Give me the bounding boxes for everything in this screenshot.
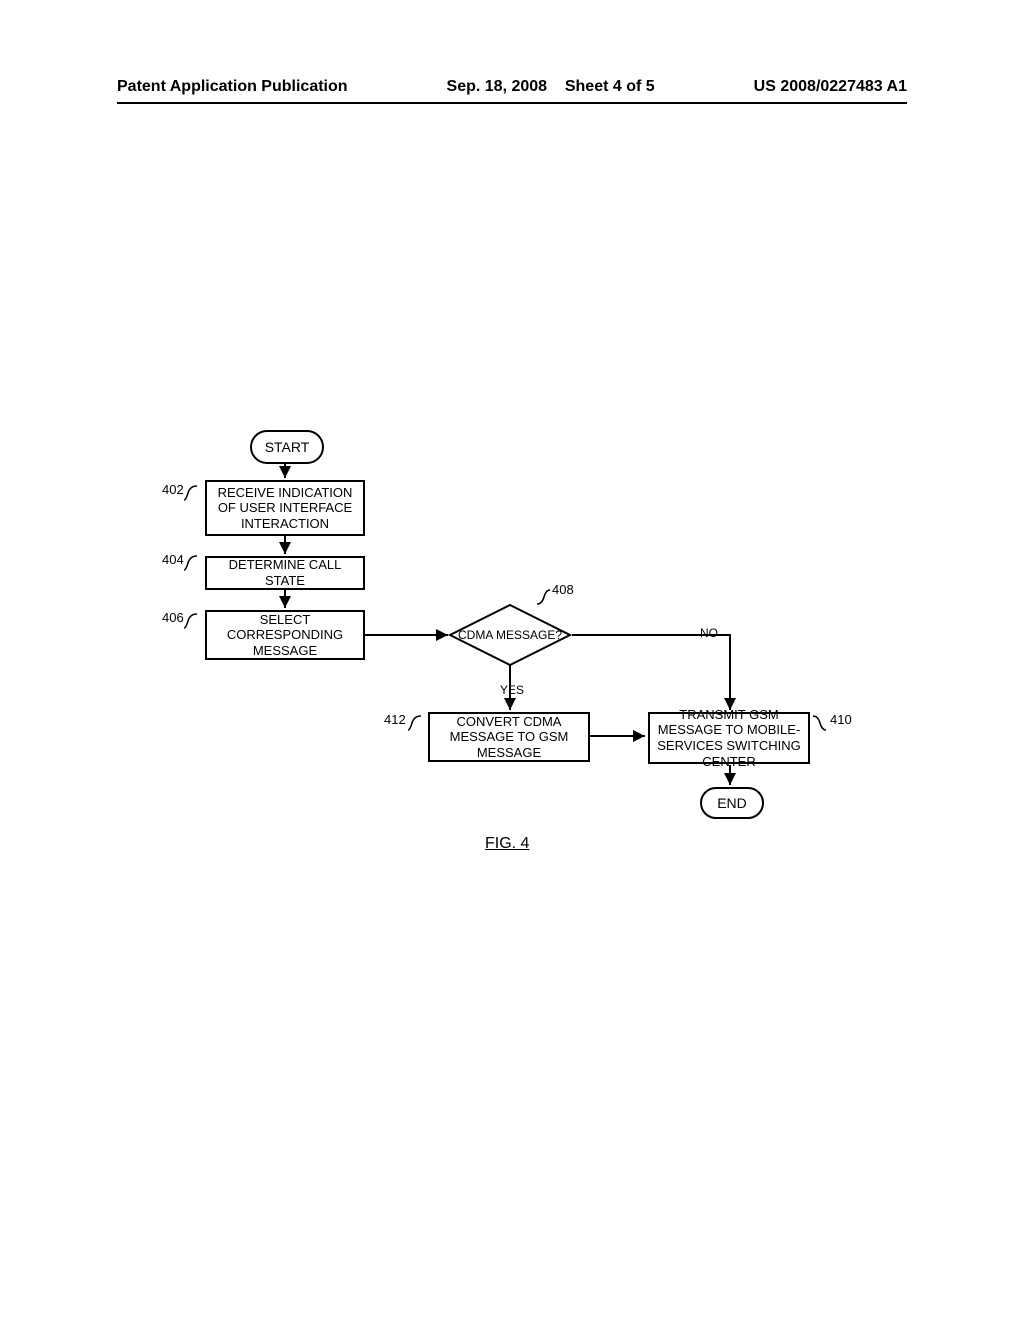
ref-412: 412 — [384, 712, 406, 727]
decision-408: CDMA MESSAGE? — [450, 605, 570, 665]
sheet-number: Sheet 4 of 5 — [565, 78, 655, 95]
step-410: TRANSMIT GSM MESSAGE TO MOBILE-SERVICES … — [648, 712, 810, 764]
ref-402: 402 — [162, 482, 184, 497]
step-404: DETERMINE CALL STATE — [205, 556, 365, 590]
step-402: RECEIVE INDICATION OF USER INTERFACE INT… — [205, 480, 365, 536]
terminator-end: END — [700, 787, 764, 819]
publication-date: Sep. 18, 2008 — [447, 78, 548, 95]
edge-yes-label: YES — [500, 683, 524, 697]
ref-408: 408 — [552, 582, 574, 597]
page-header: Patent Application Publication Sep. 18, … — [117, 78, 907, 104]
step-412: CONVERT CDMA MESSAGE TO GSM MESSAGE — [428, 712, 590, 762]
terminator-start: START — [250, 430, 324, 464]
ref-410: 410 — [830, 712, 852, 727]
decision-408-label: CDMA MESSAGE? — [450, 605, 570, 665]
figure-label: FIG. 4 — [485, 835, 529, 853]
ref-404: 404 — [162, 552, 184, 567]
publication-label: Patent Application Publication — [117, 78, 348, 96]
step-406: SELECT CORRESPONDING MESSAGE — [205, 610, 365, 660]
publication-number: US 2008/0227483 A1 — [754, 78, 907, 96]
ref-406: 406 — [162, 610, 184, 625]
edge-no-label: NO — [700, 626, 718, 640]
